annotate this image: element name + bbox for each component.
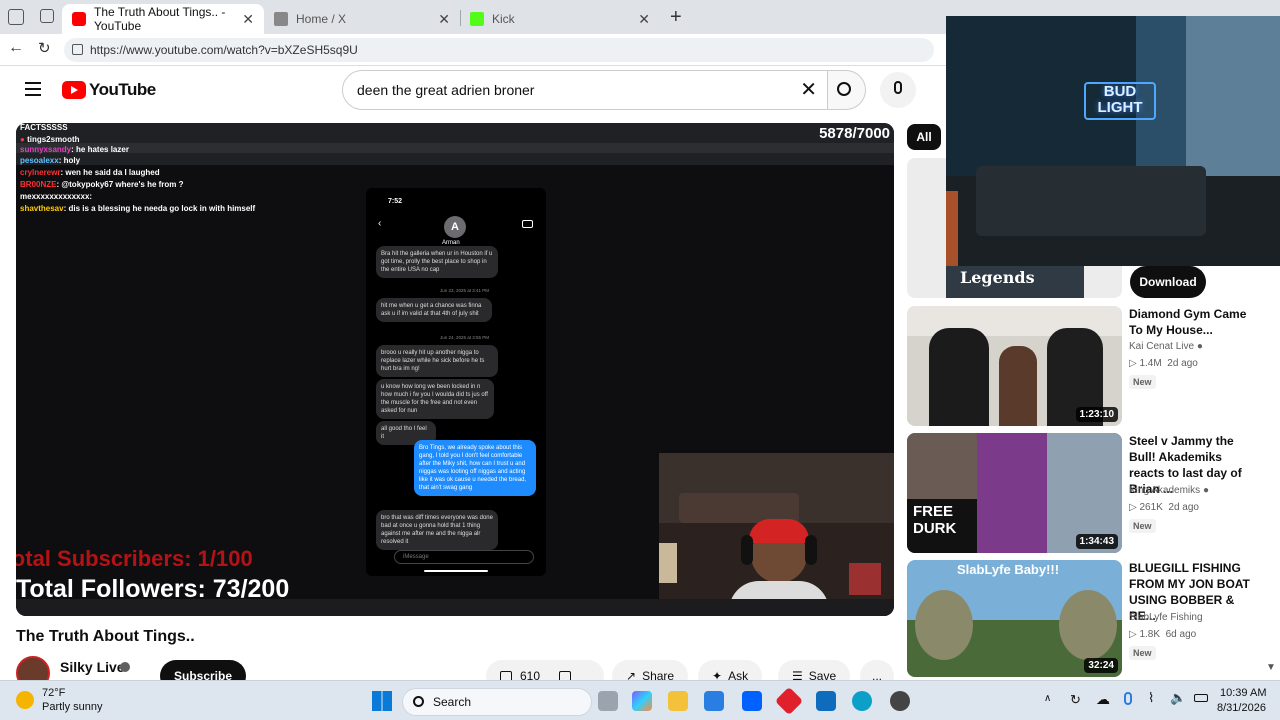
- back-chevron-icon: ‹: [378, 218, 382, 229]
- video-meta: ▷ 1.4M 2d ago: [1129, 358, 1198, 369]
- channel-name[interactable]: Silky Live: [60, 659, 125, 675]
- outlook-icon[interactable]: [816, 691, 836, 711]
- webcam-overlay: BUD LIGHT: [946, 16, 1280, 266]
- back-icon[interactable]: ←: [8, 39, 24, 57]
- windows-taskbar: 72°F Partly sunny Search ∧ ↻ ☁ ⌇ 🔈 10:39…: [0, 680, 1280, 720]
- sync-icon[interactable]: ↻: [1070, 692, 1081, 708]
- start-icon[interactable]: [372, 691, 392, 711]
- youtube-header: YouTube deen the great adrien broner ✕: [0, 66, 946, 122]
- verified-icon: ●: [1196, 341, 1203, 352]
- chat-line: ● tings2smooth: [20, 135, 80, 144]
- url-field[interactable]: https://www.youtube.com/watch?v=bXZeSH5s…: [64, 38, 934, 62]
- app-notification-icon[interactable]: [890, 691, 910, 711]
- x-favicon-icon: [274, 12, 288, 26]
- search-icon: [837, 82, 851, 96]
- volume-icon[interactable]: 🔈: [1170, 690, 1186, 706]
- close-tab-icon[interactable]: ✕: [438, 11, 450, 28]
- new-tab-icon[interactable]: +: [670, 6, 682, 29]
- verified-icon: [120, 662, 130, 672]
- chat-line: pesoalexx: holy: [20, 156, 81, 165]
- chat-line: BR00NZE: @tokypoky67 where's he from ?: [20, 180, 184, 189]
- edge-icon[interactable]: [852, 691, 872, 711]
- dropbox-icon[interactable]: [742, 691, 762, 711]
- tab-kick[interactable]: Kick ✕: [460, 4, 660, 34]
- close-tab-icon[interactable]: ✕: [242, 11, 254, 28]
- app-red-icon[interactable]: [774, 686, 804, 716]
- clear-search-icon[interactable]: ✕: [800, 71, 817, 109]
- file-explorer-icon[interactable]: [668, 691, 688, 711]
- contact-avatar: A: [444, 216, 466, 238]
- channel-name[interactable]: Kai Cenat Live ●: [1129, 341, 1203, 352]
- video-player[interactable]: FACTSSSSS ● tings2smooth sunnyxsandy: he…: [16, 123, 894, 616]
- video-call-icon: [522, 220, 533, 228]
- chat-line: shavthesav: dis is a blessing he needa g…: [20, 204, 256, 213]
- goal-counter: 5878/7000: [819, 125, 890, 142]
- chat-line: FACTSSSSS: [20, 123, 68, 132]
- filter-chip-all[interactable]: All: [907, 124, 941, 150]
- new-badge: New: [1129, 646, 1156, 660]
- new-badge: New: [1129, 519, 1156, 533]
- tab-youtube[interactable]: The Truth About Tings.. - YouTube ✕: [62, 4, 264, 34]
- weather-desc[interactable]: Partly sunny: [42, 701, 103, 713]
- weather-icon[interactable]: [16, 691, 34, 709]
- bud-light-neon-sign: BUD LIGHT: [1084, 82, 1156, 120]
- video-title[interactable]: Diamond Gym Came To My House...: [1129, 306, 1254, 338]
- microphone-icon: [894, 81, 902, 94]
- search-input[interactable]: deen the great adrien broner ✕: [342, 70, 828, 110]
- voice-search-button[interactable]: [880, 72, 916, 108]
- battery-icon[interactable]: [1194, 694, 1208, 702]
- close-tab-icon[interactable]: ✕: [638, 11, 650, 28]
- video-thumbnail[interactable]: 1:23:10: [907, 306, 1122, 426]
- hamburger-menu-icon[interactable]: [25, 82, 41, 96]
- weather-temp[interactable]: 72°F: [42, 687, 65, 699]
- streamer-facecam: [659, 453, 894, 616]
- video-meta: ▷ 261K 2d ago: [1129, 502, 1199, 513]
- imessage-compose: iMessage: [394, 550, 534, 564]
- new-badge: New: [1129, 375, 1156, 389]
- copilot-icon[interactable]: [632, 691, 652, 711]
- search-button[interactable]: [828, 70, 866, 110]
- kick-favicon-icon: [470, 12, 484, 26]
- network-icon[interactable]: ⌇: [1148, 690, 1154, 706]
- youtube-logo[interactable]: YouTube: [62, 80, 156, 100]
- verified-icon: ●: [1202, 485, 1209, 496]
- chat-line: crylnerewr: wen he said da I laughed: [20, 168, 160, 177]
- channel-name[interactable]: SlabLyfe Fishing: [1129, 612, 1203, 623]
- clock-date[interactable]: 8/31/2026: [1217, 702, 1266, 714]
- youtube-play-icon: [62, 81, 86, 99]
- phone-screenshot: 7:52 ‹ A Arman Bra hit the galleria when…: [366, 188, 546, 576]
- cloud-icon[interactable]: ☁: [1096, 691, 1110, 708]
- microphone-icon[interactable]: [1124, 692, 1132, 705]
- address-bar: ← ↻ https://www.youtube.com/watch?v=bXZe…: [0, 34, 946, 66]
- ad-download-button[interactable]: Download: [1130, 266, 1206, 298]
- search-icon: [413, 696, 424, 707]
- channel-name[interactable]: King Akademiks ●: [1129, 485, 1209, 496]
- chat-line: sunnyxsandy: he hates lazer: [20, 145, 129, 154]
- video-thumbnail[interactable]: FREE DURK 1:34:43: [907, 433, 1122, 553]
- reload-icon[interactable]: ↻: [38, 39, 51, 57]
- tab-x[interactable]: Home / X ✕: [264, 4, 460, 34]
- video-meta: ▷ 1.8K 6d ago: [1129, 629, 1197, 640]
- task-view-icon[interactable]: [598, 691, 618, 711]
- video-thumbnail[interactable]: SlabLyfe Baby!!! 32:24: [907, 560, 1122, 677]
- subscribers-overlay: Total Subscribers: 1/100: [16, 546, 253, 571]
- show-hidden-icons-icon[interactable]: ∧: [1044, 693, 1051, 704]
- browser-menu-icon[interactable]: [8, 9, 24, 25]
- ad-label: Legends: [946, 266, 1084, 298]
- chat-line: mexxxxxxxxxxxxx:: [20, 192, 93, 201]
- scroll-down-icon[interactable]: ▼: [1266, 662, 1276, 673]
- site-info-icon[interactable]: [72, 44, 83, 55]
- tab-actions-icon[interactable]: [40, 9, 54, 23]
- video-title: The Truth About Tings..: [16, 628, 195, 645]
- store-icon[interactable]: [704, 691, 724, 711]
- clock-time[interactable]: 10:39 AM: [1220, 687, 1266, 699]
- youtube-favicon-icon: [72, 12, 86, 26]
- taskbar-search-input[interactable]: Search: [402, 688, 592, 716]
